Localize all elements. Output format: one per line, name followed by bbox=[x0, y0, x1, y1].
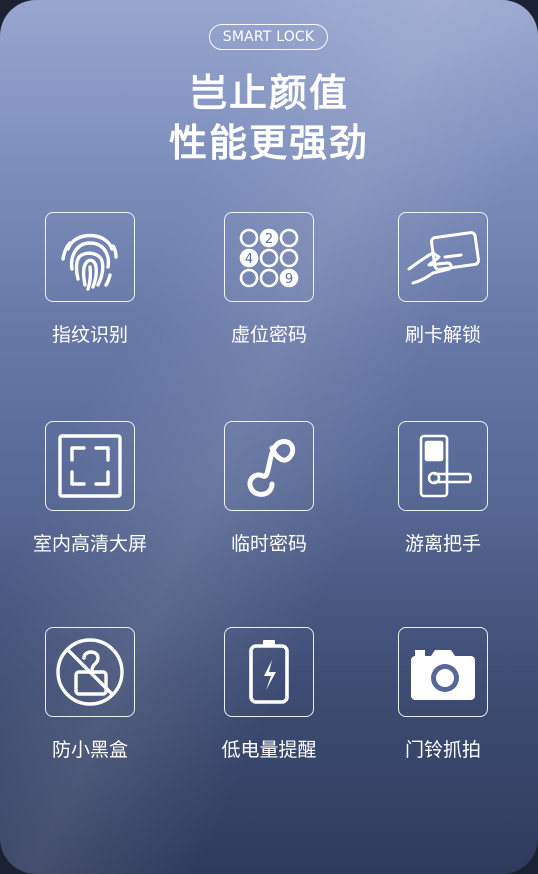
keypad-digit-2: 2 bbox=[265, 232, 273, 247]
anti-black-box-icon bbox=[45, 627, 135, 717]
feature-label-keypad: 虚位密码 bbox=[230, 324, 307, 346]
feature-label-indoor-screen: 室内高清大屏 bbox=[32, 533, 147, 555]
screen-frame-icon bbox=[45, 421, 135, 511]
smart-lock-feature-card: SMART LOCK 岂止颜值 性能更强劲 指纹识别 2 4 9 虚位密码 刷卡… bbox=[0, 0, 538, 874]
headline-line-2: 性能更强劲 bbox=[168, 121, 369, 165]
card-swipe-icon bbox=[398, 212, 488, 302]
keypad-icon: 2 4 9 bbox=[224, 212, 314, 302]
feature-label-doorbell-camera: 门铃抓拍 bbox=[404, 739, 481, 761]
feature-label-low-battery: 低电量提醒 bbox=[221, 739, 317, 761]
feature-label-fingerprint: 指纹识别 bbox=[51, 324, 128, 346]
door-handle-icon bbox=[398, 421, 488, 511]
temporary-code-icon bbox=[224, 421, 314, 511]
camera-icon bbox=[398, 627, 488, 717]
headline-line-1: 岂止颜值 bbox=[188, 71, 349, 115]
feature-label-temporary-code: 临时密码 bbox=[230, 533, 307, 555]
fingerprint-icon bbox=[45, 212, 135, 302]
feature-label-card-swipe: 刷卡解锁 bbox=[404, 324, 481, 346]
keypad-digit-9: 9 bbox=[285, 272, 293, 287]
feature-label-anti-black-box: 防小黑盒 bbox=[51, 739, 128, 761]
low-battery-icon bbox=[224, 627, 314, 717]
feature-label-door-handle: 游离把手 bbox=[404, 533, 481, 555]
keypad-digit-4: 4 bbox=[245, 252, 253, 267]
smart-lock-badge: SMART LOCK bbox=[209, 24, 328, 50]
